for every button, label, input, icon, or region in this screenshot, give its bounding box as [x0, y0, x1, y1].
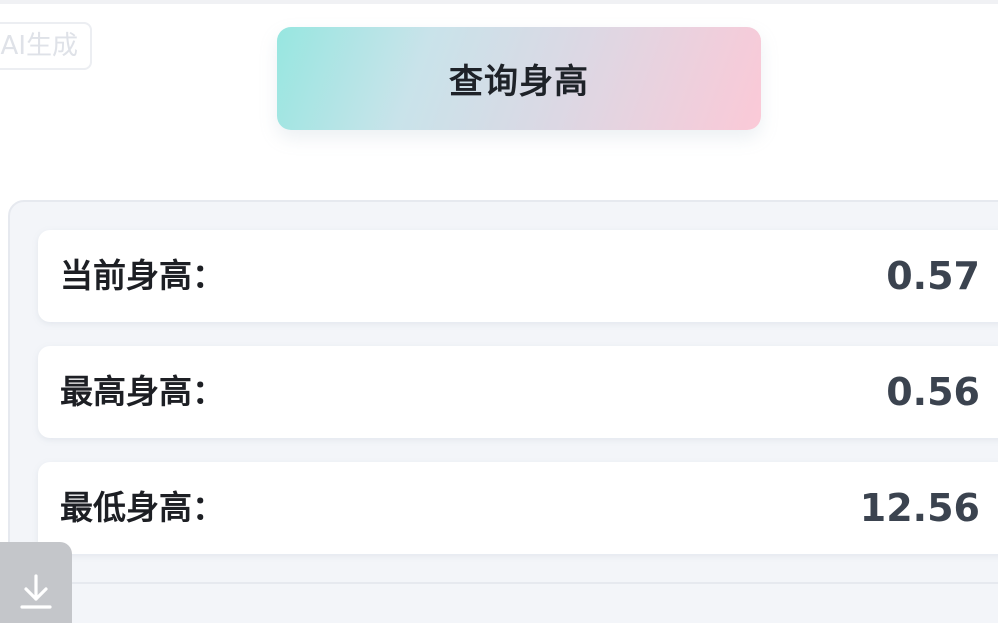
max-height-label: 最高身高： [60, 372, 225, 411]
current-height-row: 当前身高： 0.57 [38, 230, 998, 322]
max-height-row: 最高身高： 0.56 [38, 346, 998, 438]
app-screen: AI生成 查询身高 当前身高： 0.57 最高身高： 0.56 最低身高： 12… [0, 0, 998, 623]
min-height-label: 最低身高： [60, 488, 225, 527]
min-height-value: 12.56 [859, 486, 980, 530]
query-height-button-label: 查询身高 [449, 62, 589, 102]
top-divider [0, 0, 998, 4]
query-height-button[interactable]: 查询身高 [277, 27, 761, 130]
max-height-value: 0.56 [886, 370, 980, 414]
download-icon [20, 574, 52, 609]
bottom-divider [10, 582, 998, 584]
download-button[interactable] [0, 542, 72, 623]
current-height-label: 当前身高： [60, 256, 225, 295]
current-height-value: 0.57 [886, 254, 980, 298]
ai-generated-watermark: AI生成 [0, 22, 92, 70]
min-height-row: 最低身高： 12.56 [38, 462, 998, 554]
